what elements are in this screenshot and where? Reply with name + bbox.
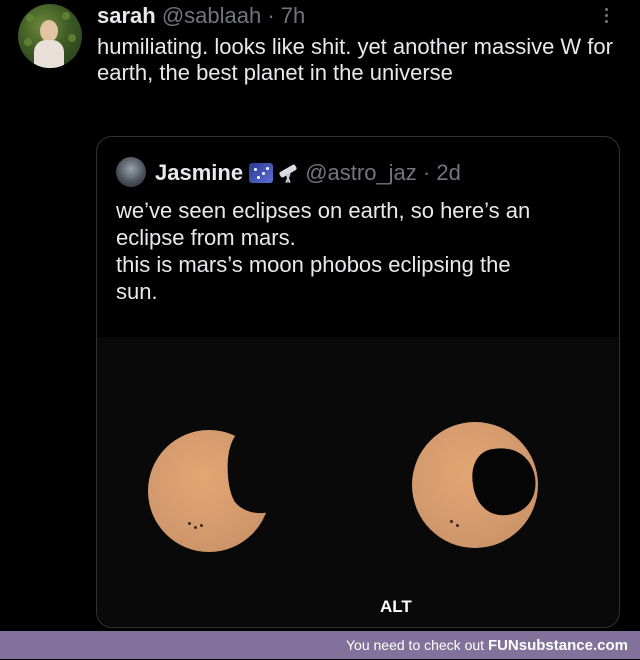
phobos-partial-silhouette bbox=[234, 429, 281, 511]
avatar-leaf bbox=[26, 14, 34, 22]
quote-text-line: sun. bbox=[116, 279, 158, 304]
quote-text-line: we’ve seen eclipses on earth, so here’s … bbox=[116, 198, 531, 223]
alt-badge[interactable]: ALT bbox=[380, 597, 412, 617]
quote-header: Jasmine @astro_jaz · 2d bbox=[155, 160, 461, 186]
footer-message: You need to check out bbox=[346, 637, 488, 653]
quote-text-line: eclipse from mars. bbox=[116, 225, 296, 250]
watermark-footer: You need to check out FUNsubstance.com bbox=[0, 631, 640, 659]
quote-text-line: this is mars’s moon phobos eclipsing the bbox=[116, 252, 511, 277]
quote-author-name[interactable]: Jasmine bbox=[155, 160, 243, 185]
avatar-face bbox=[40, 20, 58, 42]
avatar-leaf bbox=[68, 34, 76, 42]
quote-author-handle-time[interactable]: @astro_jaz · 2d bbox=[305, 160, 461, 185]
avatar-leaf bbox=[62, 12, 70, 20]
avatar[interactable] bbox=[18, 4, 82, 68]
quote-text: we’ve seen eclipses on earth, so here’s … bbox=[116, 197, 606, 305]
footer-text: You need to check out FUNsubstance.com bbox=[346, 631, 628, 660]
author-name[interactable]: sarah bbox=[97, 3, 156, 28]
galaxy-emoji-icon bbox=[249, 163, 274, 183]
tweet-header: sarah @sablaah · 7h bbox=[97, 3, 305, 29]
author-handle-time[interactable]: @sablaah · 7h bbox=[162, 3, 305, 28]
tweet: sarah @sablaah · 7h humiliating. looks l… bbox=[0, 0, 640, 631]
quoted-tweet[interactable]: Jasmine @astro_jaz · 2d we’ve seen eclip… bbox=[96, 136, 620, 628]
telescope-emoji-icon bbox=[277, 163, 299, 184]
avatar-body bbox=[34, 40, 64, 68]
eclipse-image[interactable]: ALT bbox=[97, 337, 619, 627]
tweet-text: humiliating. looks like shit. yet anothe… bbox=[97, 34, 613, 85]
quote-avatar[interactable] bbox=[116, 157, 146, 187]
footer-brand[interactable]: FUNsubstance.com bbox=[488, 637, 628, 654]
avatar-leaf bbox=[24, 38, 32, 46]
more-icon[interactable] bbox=[596, 8, 616, 28]
